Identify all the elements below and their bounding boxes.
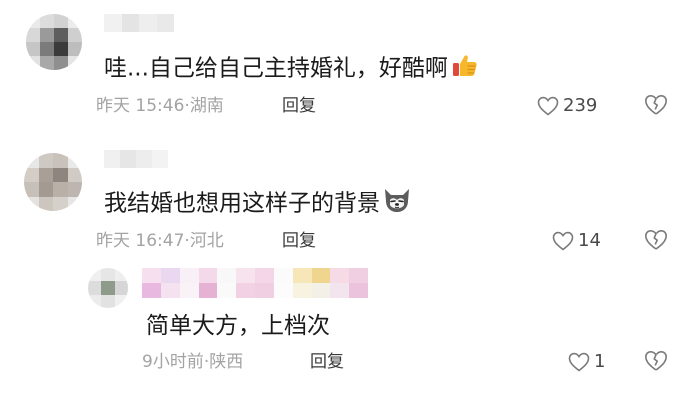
username[interactable] — [104, 150, 168, 168]
avatar[interactable] — [24, 153, 82, 211]
comment-text: 我结婚也想用这样子的背景 — [104, 190, 380, 217]
avatar[interactable] — [26, 14, 82, 70]
comment-text: 哇...自己给自己主持婚礼，好酷啊 — [104, 55, 448, 82]
broken-heart-icon[interactable] — [644, 229, 668, 253]
comment-body: 哇...自己给自己主持婚礼，好酷啊 — [104, 50, 480, 88]
comment-time: 昨天 16:47 — [96, 231, 185, 251]
reply-button[interactable]: 回复 — [310, 351, 344, 373]
reply-button[interactable]: 回复 — [282, 95, 316, 117]
like-button[interactable]: 14 — [552, 229, 601, 253]
username[interactable] — [142, 268, 368, 298]
husky-dog-icon — [382, 185, 412, 223]
reply-button[interactable]: 回复 — [282, 230, 316, 252]
reply-time: 9小时前 — [142, 352, 204, 372]
heart-outline-icon — [552, 231, 574, 251]
heart-outline-icon — [537, 96, 559, 116]
reply-location: 陕西 — [209, 352, 244, 372]
comment-body: 我结婚也想用这样子的背景 — [104, 185, 412, 223]
broken-heart-icon[interactable] — [644, 350, 668, 374]
reply-text: 简单大方，上档次 — [146, 313, 330, 339]
comment-location: 河北 — [189, 231, 224, 251]
comment-meta: 昨天 15:46·湖南 — [96, 95, 224, 117]
like-count: 1 — [594, 351, 606, 372]
thumbs-up-icon — [450, 50, 480, 88]
comment-meta: 昨天 16:47·河北 — [96, 230, 224, 252]
broken-heart-icon[interactable] — [644, 94, 668, 118]
reply-meta: 9小时前·陕西 — [142, 351, 243, 373]
comment-location: 湖南 — [189, 96, 224, 116]
username[interactable] — [104, 14, 174, 32]
like-count: 239 — [563, 95, 598, 116]
comment-section: 哇...自己给自己主持婚礼，好酷啊 昨天 15:46·湖南 回复 239 我结婚… — [0, 0, 699, 400]
heart-outline-icon — [568, 352, 590, 372]
like-button[interactable]: 239 — [537, 94, 597, 118]
comment-time: 昨天 15:46 — [96, 96, 185, 116]
like-button[interactable]: 1 — [568, 350, 605, 374]
avatar[interactable] — [88, 268, 128, 308]
like-count: 14 — [578, 230, 601, 251]
